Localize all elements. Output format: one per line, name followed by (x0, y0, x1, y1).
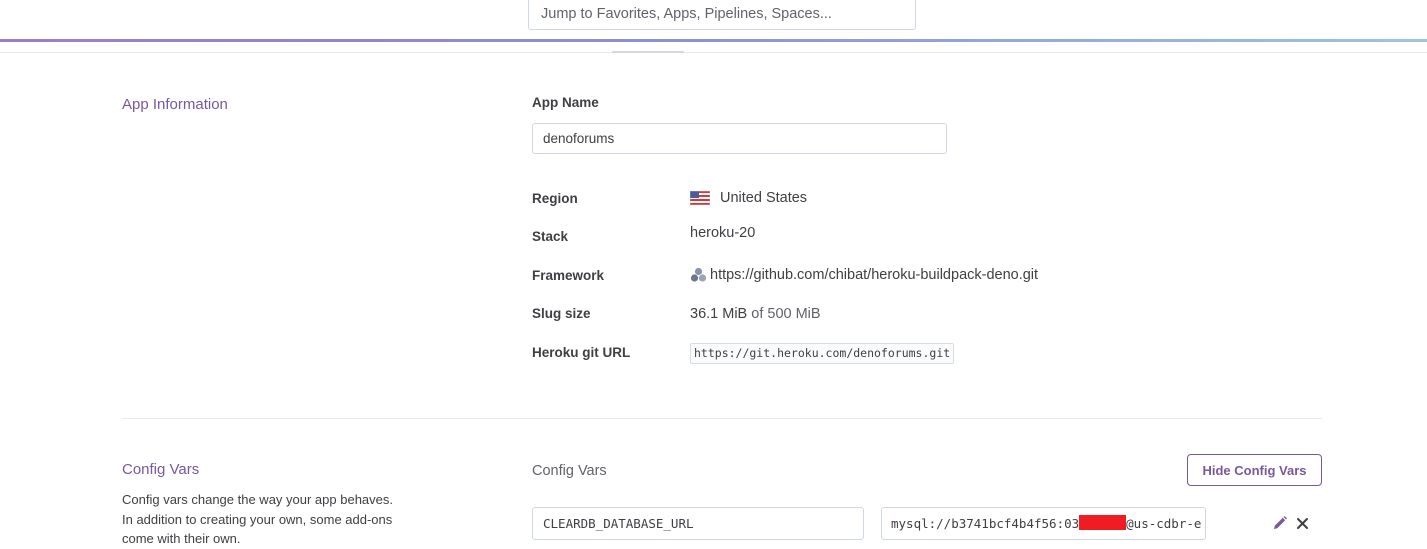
tabs-divider (0, 52, 1427, 53)
us-flag-icon (689, 190, 711, 206)
slug-size-value-group: 36.1 MiB of 500 MiB (690, 306, 821, 322)
hide-config-vars-button[interactable]: Hide Config Vars (1187, 454, 1322, 486)
config-var-key-input[interactable]: CLEARDB_DATABASE_URL (532, 507, 864, 540)
config-var-value-end: @us-cdbr-e (1126, 516, 1202, 531)
config-vars-title: Config Vars (122, 461, 200, 478)
slug-size-value: 36.1 MiB (690, 306, 748, 322)
active-tab-indicator (612, 51, 684, 53)
slug-size-label: Slug size (532, 306, 591, 321)
framework-value: https://github.com/chibat/heroku-buildpa… (710, 267, 1039, 283)
config-var-value-input[interactable]: mysql://b3741bcf4b4f56:03 @us-cdbr-e (881, 507, 1206, 540)
stack-value: heroku-20 (690, 225, 756, 241)
redaction-block (1079, 515, 1127, 530)
framework-label: Framework (532, 268, 605, 283)
region-value-group: United States (689, 190, 808, 206)
app-name-label: App Name (532, 95, 599, 110)
search-input[interactable]: Jump to Favorites, Apps, Pipelines, Spac… (528, 0, 916, 30)
header-accent-line (0, 39, 1427, 42)
hide-config-vars-label: Hide Config Vars (1202, 462, 1307, 478)
pencil-icon[interactable] (1272, 515, 1288, 531)
git-url-value[interactable]: https://git.heroku.com/denoforums.git (690, 343, 955, 364)
config-var-value-start: mysql://b3741bcf4b4f56:03 (891, 516, 1080, 531)
config-vars-list-label: Config Vars (532, 463, 607, 479)
git-url-label: Heroku git URL (532, 345, 631, 360)
buildpack-icon (690, 267, 707, 283)
framework-value-group: https://github.com/chibat/heroku-buildpa… (690, 267, 1038, 283)
app-name-input[interactable]: denoforums (532, 123, 947, 154)
config-var-key: CLEARDB_DATABASE_URL (543, 516, 694, 531)
app-name-value: denoforums (543, 131, 615, 146)
close-icon[interactable] (1296, 517, 1309, 530)
region-value: United States (720, 190, 808, 206)
slug-size-limit: of 500 MiB (751, 306, 821, 322)
app-information-title: App Information (122, 96, 228, 113)
region-label: Region (532, 191, 578, 206)
stack-label: Stack (532, 229, 569, 244)
section-divider (122, 418, 1322, 419)
config-vars-description: Config vars change the way your app beha… (122, 492, 394, 546)
